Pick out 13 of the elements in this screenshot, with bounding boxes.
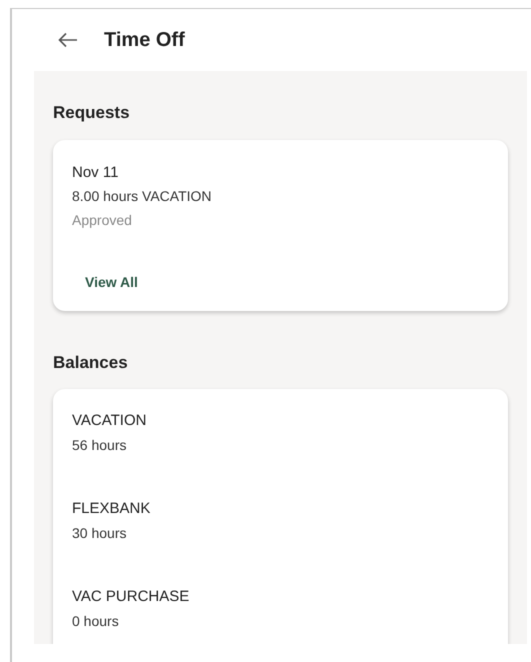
view-all-link[interactable]: View All <box>85 272 138 293</box>
page-title: Time Off <box>104 28 185 53</box>
balance-name: VACATION <box>72 411 146 431</box>
balance-name: FLEXBANK <box>72 499 150 519</box>
request-date: Nov 11 <box>72 163 118 183</box>
section-heading: Requests <box>53 102 131 124</box>
balance-amount: 30 hours <box>72 524 126 543</box>
section-heading: Balances <box>53 352 129 374</box>
request-status: Approved <box>72 211 132 230</box>
balance-name: VAC PURCHASE <box>72 587 190 607</box>
balance-amount: 56 hours <box>72 436 126 455</box>
request-detail: 8.00 hours VACATION <box>72 187 212 206</box>
balance-amount: 0 hours <box>72 612 119 631</box>
